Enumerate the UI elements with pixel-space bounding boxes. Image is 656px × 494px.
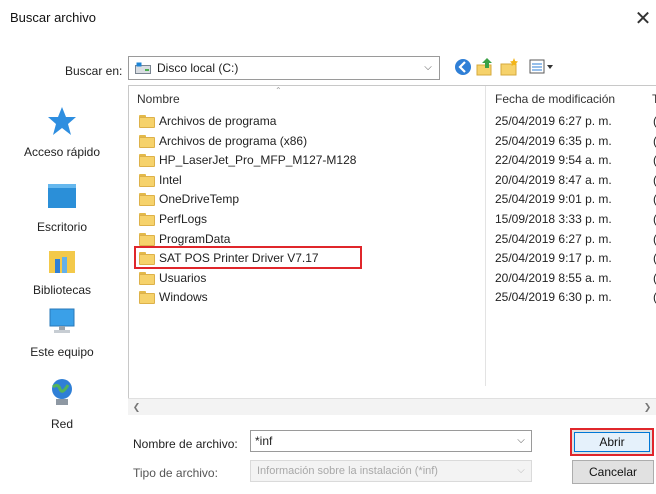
computer-icon <box>49 308 75 333</box>
folder-icon <box>139 173 155 187</box>
folder-icon <box>139 271 155 285</box>
item-date: 15/09/2018 3:33 p. m. <box>495 212 612 226</box>
drive-icon <box>135 62 151 74</box>
desktop-icon <box>48 184 76 208</box>
window-title: Buscar archivo <box>10 10 96 25</box>
view-menu-icon[interactable] <box>528 56 558 78</box>
item-date: 25/04/2019 6:35 p. m. <box>495 133 612 148</box>
scroll-left-icon[interactable]: ❮ <box>128 399 145 416</box>
list-item[interactable]: Usuarios20/04/2019 8:55 a. m.( <box>129 269 656 288</box>
place-network[interactable]: Red <box>0 377 124 447</box>
item-name: SAT POS Printer Driver V7.17 <box>159 251 319 266</box>
chevron-down-icon[interactable]: ⌵ <box>511 431 531 451</box>
place-libraries[interactable]: Bibliotecas <box>0 243 124 313</box>
filetype-label: Tipo de archivo: <box>133 466 218 480</box>
back-icon[interactable] <box>452 56 474 78</box>
open-button-label: Abrir <box>599 435 625 449</box>
list-item[interactable]: Archivos de programa (x86) 25/04/2019 6:3… <box>129 132 656 151</box>
list-item[interactable]: Intel20/04/2019 8:47 a. m.( <box>129 171 656 190</box>
column-header-date[interactable]: Fecha de modificación <box>495 86 615 112</box>
list-item[interactable]: Archivos de programa 25/04/2019 6:27 p. m… <box>129 112 656 131</box>
folder-icon <box>139 291 155 305</box>
list-item[interactable]: ProgramData25/04/2019 6:27 p. m.( <box>129 230 656 249</box>
chevron-down-icon[interactable]: ⌵ <box>511 461 531 481</box>
star-icon <box>48 107 76 135</box>
lookin-label: Buscar en: <box>65 64 123 78</box>
item-name: HP_LaserJet_Pro_MFP_M127-M128 <box>159 153 357 168</box>
item-date: 25/04/2019 6:30 p. m. <box>495 290 612 305</box>
scroll-right-icon[interactable]: ❯ <box>639 399 656 416</box>
item-date: 22/04/2019 9:54 a. m. <box>495 153 612 168</box>
item-date: 25/04/2019 6:27 p. m. <box>495 114 612 128</box>
folder-icon <box>139 213 155 226</box>
place-label: Bibliotecas <box>32 283 92 297</box>
item-date: 20/04/2019 8:47 a. m. <box>495 172 612 187</box>
list-item[interactable]: SAT POS Printer Driver V7.17 25/04/2019 9… <box>129 249 656 268</box>
item-date: 25/04/2019 9:01 p. m. <box>495 192 612 207</box>
filename-input[interactable]: *inf ⌵ <box>250 430 532 452</box>
sort-caret-icon: ⌃ <box>275 86 282 95</box>
item-name: Usuarios <box>159 270 207 285</box>
place-quick-access[interactable]: Acceso rápido <box>0 105 124 175</box>
open-button[interactable]: Abrir <box>570 428 654 456</box>
place-label: Red <box>50 417 73 431</box>
place-desktop[interactable]: Escritorio <box>0 180 124 250</box>
lookin-value: Disco local (C:) <box>157 61 239 75</box>
horizontal-scrollbar[interactable]: ❮ ❯ <box>128 398 656 415</box>
item-name: Windows <box>159 290 208 305</box>
filetype-select[interactable]: Información sobre la instalación (*inf) … <box>250 460 532 482</box>
item-date: 25/04/2019 6:27 p. m. <box>495 231 612 246</box>
item-name: Intel <box>159 172 182 187</box>
item-name: Archivos de programa <box>159 114 277 128</box>
file-list[interactable]: Nombre ⌃ Fecha de modificación T Archivo… <box>128 85 656 415</box>
lookin-dropdown[interactable]: Disco local (C:) ⌵ <box>128 56 440 80</box>
place-this-pc[interactable]: Este equipo <box>0 305 124 375</box>
list-item[interactable]: HP_LaserJet_Pro_MFP_M127-M128 22/04/2019 … <box>129 151 656 170</box>
new-folder-icon[interactable] <box>498 56 520 78</box>
folder-icon <box>139 193 155 207</box>
list-item[interactable]: PerfLogs15/09/2018 3:33 p. m.( <box>129 210 656 229</box>
network-icon <box>52 379 72 405</box>
item-name: Archivos de programa (x86) <box>159 133 308 148</box>
libraries-icon <box>49 251 75 273</box>
filetype-value: Información sobre la instalación (*inf) <box>257 465 438 477</box>
places-bar: Acceso rápido Escritorio Bibliotecas Est… <box>0 85 124 435</box>
place-label: Este equipo <box>30 345 94 359</box>
chevron-down-icon[interactable]: ⌵ <box>417 57 439 79</box>
folder-icon <box>139 134 155 148</box>
folder-icon <box>139 115 155 128</box>
up-folder-icon[interactable] <box>474 56 496 78</box>
cancel-button[interactable]: Cancelar <box>572 460 654 484</box>
item-name: PerfLogs <box>159 212 208 226</box>
folder-icon <box>139 232 155 246</box>
item-date: 25/04/2019 9:17 p. m. <box>495 251 612 266</box>
place-label: Escritorio <box>36 220 87 234</box>
column-header-name[interactable]: Nombre <box>137 86 180 112</box>
folder-icon <box>139 154 155 168</box>
close-button[interactable]: ✕ <box>632 6 654 32</box>
list-item[interactable]: OneDriveTemp25/04/2019 9:01 p. m.( <box>129 190 656 209</box>
folder-icon <box>139 252 155 266</box>
item-name: ProgramData <box>159 231 231 246</box>
place-label: Acceso rápido <box>23 145 101 159</box>
filename-value: *inf <box>255 434 273 448</box>
item-date: 20/04/2019 8:55 a. m. <box>495 270 612 285</box>
title-bar: Buscar archivo ✕ <box>0 0 656 40</box>
item-name: OneDriveTemp <box>159 192 240 207</box>
list-item[interactable]: Windows25/04/2019 6:30 p. m.( <box>129 288 656 307</box>
column-header-type[interactable]: T <box>652 86 656 112</box>
filename-label: Nombre de archivo: <box>133 437 238 451</box>
